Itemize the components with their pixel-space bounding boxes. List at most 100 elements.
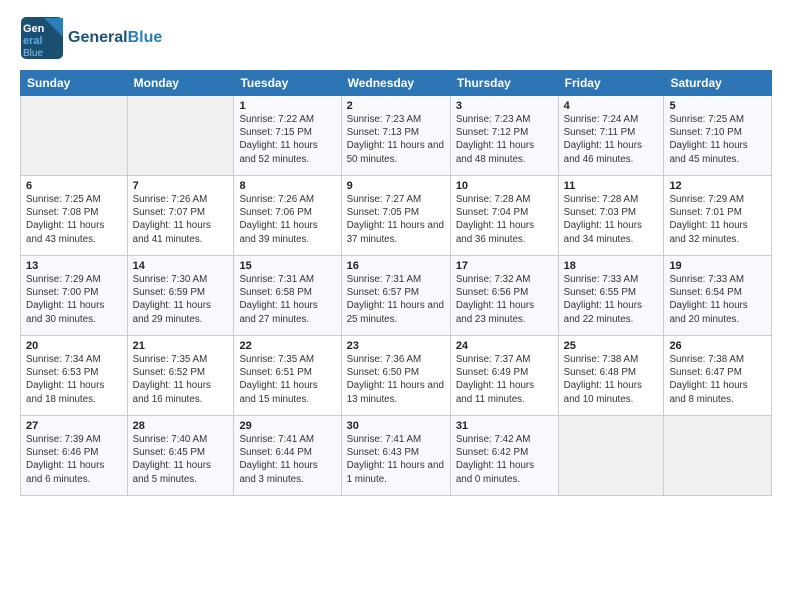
day-number: 29 — [239, 420, 335, 432]
day-info: Sunrise: 7:31 AM Sunset: 6:57 PM Dayligh… — [347, 273, 445, 326]
calendar-cell — [664, 416, 772, 496]
day-number: 28 — [133, 420, 229, 432]
calendar-cell: 9Sunrise: 7:27 AM Sunset: 7:05 PM Daylig… — [341, 176, 450, 256]
calendar-cell: 5Sunrise: 7:25 AM Sunset: 7:10 PM Daylig… — [664, 96, 772, 176]
day-number: 1 — [239, 100, 335, 112]
day-info: Sunrise: 7:41 AM Sunset: 6:43 PM Dayligh… — [347, 433, 445, 486]
day-number: 27 — [26, 420, 122, 432]
day-number: 21 — [133, 340, 229, 352]
svg-text:Blue: Blue — [23, 48, 43, 59]
calendar-cell: 10Sunrise: 7:28 AM Sunset: 7:04 PM Dayli… — [450, 176, 558, 256]
calendar-cell: 29Sunrise: 7:41 AM Sunset: 6:44 PM Dayli… — [234, 416, 341, 496]
day-info: Sunrise: 7:38 AM Sunset: 6:48 PM Dayligh… — [564, 353, 659, 406]
day-info: Sunrise: 7:37 AM Sunset: 6:49 PM Dayligh… — [456, 353, 553, 406]
day-info: Sunrise: 7:24 AM Sunset: 7:11 PM Dayligh… — [564, 113, 659, 166]
day-number: 24 — [456, 340, 553, 352]
day-info: Sunrise: 7:22 AM Sunset: 7:15 PM Dayligh… — [239, 113, 335, 166]
calendar-cell: 12Sunrise: 7:29 AM Sunset: 7:01 PM Dayli… — [664, 176, 772, 256]
day-number: 26 — [669, 340, 766, 352]
calendar-cell: 24Sunrise: 7:37 AM Sunset: 6:49 PM Dayli… — [450, 336, 558, 416]
day-number: 18 — [564, 260, 659, 272]
day-info: Sunrise: 7:39 AM Sunset: 6:46 PM Dayligh… — [26, 433, 122, 486]
calendar-cell: 30Sunrise: 7:41 AM Sunset: 6:43 PM Dayli… — [341, 416, 450, 496]
calendar-cell: 23Sunrise: 7:36 AM Sunset: 6:50 PM Dayli… — [341, 336, 450, 416]
calendar-cell: 20Sunrise: 7:34 AM Sunset: 6:53 PM Dayli… — [21, 336, 128, 416]
day-info: Sunrise: 7:26 AM Sunset: 7:07 PM Dayligh… — [133, 193, 229, 246]
day-info: Sunrise: 7:40 AM Sunset: 6:45 PM Dayligh… — [133, 433, 229, 486]
day-number: 22 — [239, 340, 335, 352]
calendar-cell: 8Sunrise: 7:26 AM Sunset: 7:06 PM Daylig… — [234, 176, 341, 256]
day-number: 3 — [456, 100, 553, 112]
calendar-cell: 31Sunrise: 7:42 AM Sunset: 6:42 PM Dayli… — [450, 416, 558, 496]
weekday-header-row: SundayMondayTuesdayWednesdayThursdayFrid… — [21, 71, 772, 96]
day-number: 19 — [669, 260, 766, 272]
calendar-cell: 3Sunrise: 7:23 AM Sunset: 7:12 PM Daylig… — [450, 96, 558, 176]
logo-icon: Gen eral Blue — [20, 16, 64, 60]
day-number: 10 — [456, 180, 553, 192]
day-number: 30 — [347, 420, 445, 432]
weekday-header-tuesday: Tuesday — [234, 71, 341, 96]
day-number: 11 — [564, 180, 659, 192]
calendar-cell: 11Sunrise: 7:28 AM Sunset: 7:03 PM Dayli… — [558, 176, 664, 256]
calendar-week-row: 1Sunrise: 7:22 AM Sunset: 7:15 PM Daylig… — [21, 96, 772, 176]
weekday-header-saturday: Saturday — [664, 71, 772, 96]
weekday-header-thursday: Thursday — [450, 71, 558, 96]
day-number: 13 — [26, 260, 122, 272]
weekday-header-friday: Friday — [558, 71, 664, 96]
day-info: Sunrise: 7:25 AM Sunset: 7:08 PM Dayligh… — [26, 193, 122, 246]
day-info: Sunrise: 7:35 AM Sunset: 6:52 PM Dayligh… — [133, 353, 229, 406]
day-info: Sunrise: 7:36 AM Sunset: 6:50 PM Dayligh… — [347, 353, 445, 406]
day-info: Sunrise: 7:23 AM Sunset: 7:13 PM Dayligh… — [347, 113, 445, 166]
weekday-header-sunday: Sunday — [21, 71, 128, 96]
calendar-cell: 6Sunrise: 7:25 AM Sunset: 7:08 PM Daylig… — [21, 176, 128, 256]
day-number: 14 — [133, 260, 229, 272]
day-number: 4 — [564, 100, 659, 112]
calendar-cell: 1Sunrise: 7:22 AM Sunset: 7:15 PM Daylig… — [234, 96, 341, 176]
day-number: 16 — [347, 260, 445, 272]
calendar-cell: 28Sunrise: 7:40 AM Sunset: 6:45 PM Dayli… — [127, 416, 234, 496]
calendar-cell: 21Sunrise: 7:35 AM Sunset: 6:52 PM Dayli… — [127, 336, 234, 416]
day-number: 2 — [347, 100, 445, 112]
calendar-week-row: 13Sunrise: 7:29 AM Sunset: 7:00 PM Dayli… — [21, 256, 772, 336]
calendar-cell: 22Sunrise: 7:35 AM Sunset: 6:51 PM Dayli… — [234, 336, 341, 416]
day-info: Sunrise: 7:28 AM Sunset: 7:04 PM Dayligh… — [456, 193, 553, 246]
day-info: Sunrise: 7:23 AM Sunset: 7:12 PM Dayligh… — [456, 113, 553, 166]
calendar-cell: 25Sunrise: 7:38 AM Sunset: 6:48 PM Dayli… — [558, 336, 664, 416]
header: Gen eral Blue GeneralBlue — [20, 16, 772, 60]
day-number: 25 — [564, 340, 659, 352]
weekday-header-wednesday: Wednesday — [341, 71, 450, 96]
calendar-table: SundayMondayTuesdayWednesdayThursdayFrid… — [20, 70, 772, 496]
calendar-cell: 16Sunrise: 7:31 AM Sunset: 6:57 PM Dayli… — [341, 256, 450, 336]
day-number: 9 — [347, 180, 445, 192]
day-info: Sunrise: 7:26 AM Sunset: 7:06 PM Dayligh… — [239, 193, 335, 246]
day-info: Sunrise: 7:25 AM Sunset: 7:10 PM Dayligh… — [669, 113, 766, 166]
calendar-cell: 7Sunrise: 7:26 AM Sunset: 7:07 PM Daylig… — [127, 176, 234, 256]
day-info: Sunrise: 7:32 AM Sunset: 6:56 PM Dayligh… — [456, 273, 553, 326]
svg-text:Gen: Gen — [23, 23, 45, 35]
day-info: Sunrise: 7:30 AM Sunset: 6:59 PM Dayligh… — [133, 273, 229, 326]
day-number: 15 — [239, 260, 335, 272]
svg-text:eral: eral — [23, 35, 43, 47]
day-info: Sunrise: 7:41 AM Sunset: 6:44 PM Dayligh… — [239, 433, 335, 486]
day-number: 8 — [239, 180, 335, 192]
day-number: 20 — [26, 340, 122, 352]
calendar-cell — [558, 416, 664, 496]
day-info: Sunrise: 7:28 AM Sunset: 7:03 PM Dayligh… — [564, 193, 659, 246]
day-info: Sunrise: 7:42 AM Sunset: 6:42 PM Dayligh… — [456, 433, 553, 486]
day-number: 17 — [456, 260, 553, 272]
calendar-cell: 13Sunrise: 7:29 AM Sunset: 7:00 PM Dayli… — [21, 256, 128, 336]
day-info: Sunrise: 7:29 AM Sunset: 7:00 PM Dayligh… — [26, 273, 122, 326]
day-info: Sunrise: 7:33 AM Sunset: 6:55 PM Dayligh… — [564, 273, 659, 326]
day-number: 6 — [26, 180, 122, 192]
day-number: 23 — [347, 340, 445, 352]
calendar-page: Gen eral Blue GeneralBlue SundayMondayTu… — [0, 0, 792, 612]
day-number: 7 — [133, 180, 229, 192]
calendar-week-row: 20Sunrise: 7:34 AM Sunset: 6:53 PM Dayli… — [21, 336, 772, 416]
calendar-cell — [127, 96, 234, 176]
calendar-cell — [21, 96, 128, 176]
day-info: Sunrise: 7:34 AM Sunset: 6:53 PM Dayligh… — [26, 353, 122, 406]
day-number: 31 — [456, 420, 553, 432]
day-info: Sunrise: 7:38 AM Sunset: 6:47 PM Dayligh… — [669, 353, 766, 406]
logo-name: GeneralBlue — [68, 29, 162, 47]
day-info: Sunrise: 7:31 AM Sunset: 6:58 PM Dayligh… — [239, 273, 335, 326]
